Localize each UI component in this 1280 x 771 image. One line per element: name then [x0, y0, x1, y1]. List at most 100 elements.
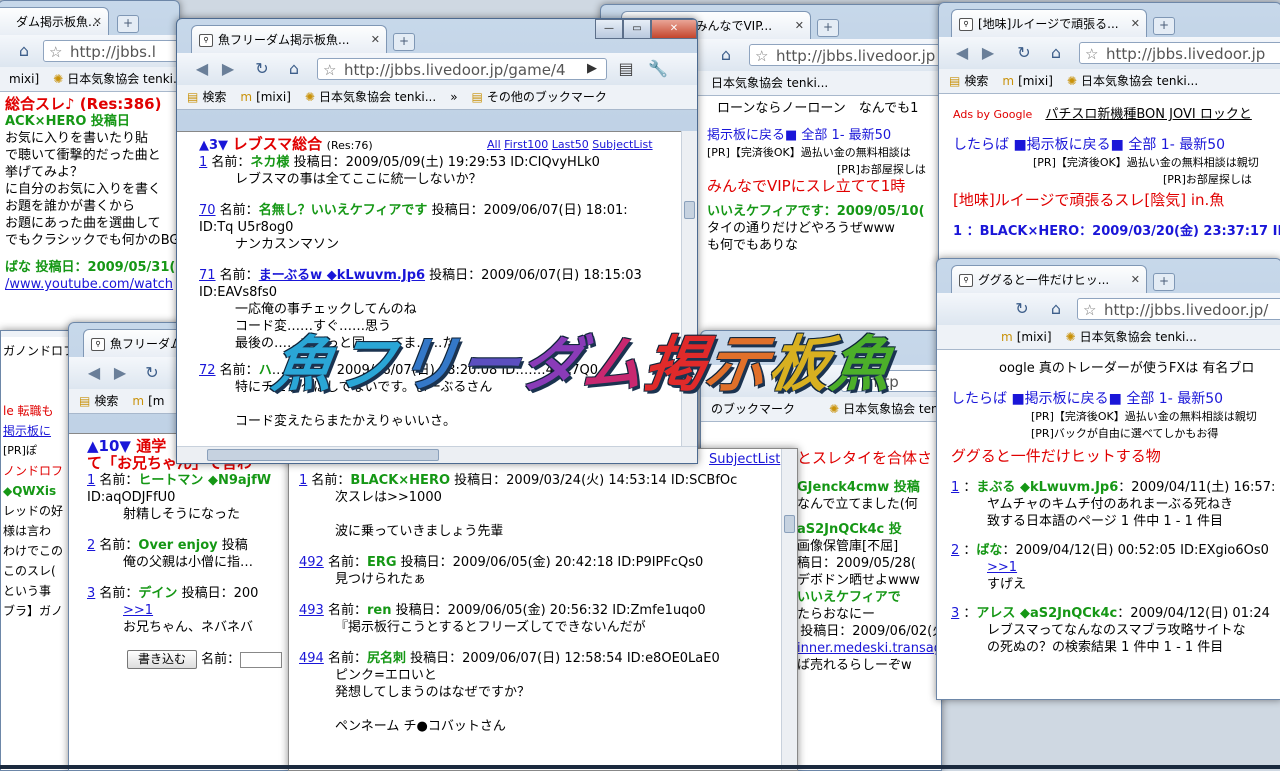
- post-number[interactable]: 494: [299, 651, 324, 666]
- ad-link[interactable]: ローンならノーローン: [717, 101, 846, 116]
- close-icon[interactable]: ✕: [371, 26, 380, 53]
- nav-first100[interactable]: First100: [504, 138, 548, 151]
- bookmark-search[interactable]: ▤ 検索: [187, 85, 226, 109]
- post-number[interactable]: 72: [199, 363, 216, 378]
- reload-icon[interactable]: ↻: [1011, 299, 1033, 319]
- ad-text[interactable]: oogle 真のトレーダーが使うFXは 有名ブロ: [951, 360, 1275, 377]
- new-tab-button[interactable]: +: [117, 15, 139, 33]
- reload-icon[interactable]: ↻: [141, 363, 163, 383]
- post-number[interactable]: 2: [87, 538, 95, 553]
- name-input[interactable]: [240, 651, 283, 668]
- nav-line[interactable]: したらば ■掲示板に戻る■ 全部 1- 最新50: [953, 137, 1275, 154]
- scroll-thumb[interactable]: [684, 201, 695, 219]
- tab-a[interactable]: ダム掲示板魚... ✕: [0, 7, 109, 35]
- pr-line[interactable]: [PR]バックが自由に選べてしかもお得: [951, 425, 1275, 442]
- home-icon[interactable]: ⌂: [1045, 43, 1067, 63]
- bookmark-mixi[interactable]: m [mixi]: [240, 85, 291, 109]
- post-number[interactable]: 71: [199, 268, 216, 283]
- address-bar[interactable]: ☆ http://jbbs.livedoor.jp: [1079, 42, 1280, 64]
- star-icon[interactable]: ☆: [1085, 43, 1098, 63]
- close-icon[interactable]: ✕: [795, 12, 804, 39]
- post-number[interactable]: 492: [299, 555, 324, 570]
- post-number[interactable]: 1: [299, 473, 307, 488]
- thread-number[interactable]: ▲10▼: [87, 437, 131, 455]
- bookmark-tenki[interactable]: 日本気象協会 tenki...: [711, 71, 828, 95]
- post-number[interactable]: 3: [87, 586, 95, 601]
- browser-window-e[interactable]: ⚲ ググると一件だけヒッ... ✕ + ↻ ⌂ ☆ http://jbbs.livedoor…: [936, 258, 1280, 700]
- vertical-scrollbar[interactable]: [781, 449, 797, 770]
- wrench-icon[interactable]: 🔧: [647, 59, 669, 79]
- bookmark-mixi[interactable]: m [mixi]: [1002, 69, 1053, 93]
- minimize-button[interactable]: —: [595, 19, 623, 39]
- nav-line[interactable]: したらば ■掲示板に戻る■ 全部 1- 最新50: [951, 391, 1275, 408]
- home-icon[interactable]: ⌂: [715, 45, 737, 65]
- new-tab-button[interactable]: +: [1153, 273, 1175, 291]
- star-icon[interactable]: ☆: [1083, 299, 1096, 319]
- post-number[interactable]: 2: [951, 543, 959, 558]
- bookmark-tenki[interactable]: ✺日本気象協会 tenki...: [1067, 69, 1198, 93]
- horizontal-scrollbar[interactable]: [177, 446, 697, 463]
- star-icon[interactable]: ☆: [49, 41, 62, 61]
- scroll-thumb[interactable]: [784, 515, 795, 533]
- ad-link[interactable]: なんでも1: [859, 101, 919, 116]
- star-icon[interactable]: ☆: [323, 59, 336, 79]
- home-icon[interactable]: ⌂: [13, 41, 35, 61]
- browser-window-a[interactable]: ダム掲示板魚... ✕ + ⌂ ☆ http://jbbs.l mixi] ✺ 日本気象協会…: [0, 0, 180, 332]
- nav-subjectlist[interactable]: SubjectList: [592, 138, 652, 151]
- forward-icon[interactable]: ▶: [109, 363, 131, 383]
- close-icon[interactable]: ✕: [93, 8, 102, 35]
- bookmark-mixi[interactable]: m [m: [132, 389, 164, 413]
- new-tab-button[interactable]: +: [1153, 17, 1175, 35]
- scroll-thumb[interactable]: [207, 449, 439, 461]
- window-close-button[interactable]: ✕: [651, 19, 697, 39]
- write-button[interactable]: 書き込む: [127, 650, 198, 669]
- new-tab-button[interactable]: +: [817, 19, 839, 37]
- chevron-icon[interactable]: »: [450, 85, 457, 109]
- back-icon[interactable]: ◀: [951, 43, 973, 63]
- link[interactable]: /www.youtube.com/watch: [5, 276, 173, 293]
- forward-icon[interactable]: ▶: [977, 43, 999, 63]
- address-bar[interactable]: ☆ http://jbbs.livedoor.jp/game/4: [317, 58, 607, 80]
- home-icon[interactable]: ⌂: [283, 59, 305, 79]
- nav-all[interactable]: All: [487, 138, 501, 151]
- star-icon[interactable]: ☆: [755, 45, 768, 65]
- tab-b[interactable]: ⚲ 魚フリーダム掲示板魚... ✕: [191, 25, 387, 53]
- post-number[interactable]: 70: [199, 203, 216, 218]
- tab-d[interactable]: ⚲ [地味]ルイージで頑張る... ✕: [951, 9, 1147, 37]
- bookmark-mixi[interactable]: m [mixi]: [1001, 325, 1052, 349]
- link[interactable]: inner.medeski.transagtion.com/: [797, 640, 941, 657]
- new-tab-button[interactable]: +: [393, 33, 415, 51]
- address-bar[interactable]: ☆ http://jbbs.livedoor.jp: [749, 44, 946, 66]
- thread-number[interactable]: ▲3▼: [199, 138, 228, 153]
- bookmark-tenki[interactable]: ✺日本気象協会 tenki...: [1066, 325, 1197, 349]
- reply-link[interactable]: >>1: [87, 602, 293, 619]
- close-icon[interactable]: ✕: [1131, 10, 1140, 37]
- address-bar[interactable]: ☆ http://jbbs.l: [43, 40, 179, 62]
- address-bar[interactable]: ☆ http://jbbs.livedoor.jp/: [1077, 298, 1280, 320]
- ad-text[interactable]: パチスロ新機種BON JOVI ロックと: [1045, 107, 1251, 122]
- back-icon[interactable]: ◀: [191, 59, 213, 79]
- browser-window-d[interactable]: ⚲ [地味]ルイージで頑張る... ✕ + ◀ ▶ ↻ ⌂ ☆ http://jbbs.live…: [938, 2, 1280, 266]
- go-icon[interactable]: ▶: [581, 59, 603, 79]
- browser-window-g[interactable]: SubjectList 1 名前：BLACK×HERO 投稿日：2009/03/…: [288, 448, 798, 771]
- forward-icon[interactable]: ▶: [217, 59, 239, 79]
- post-number[interactable]: 493: [299, 603, 324, 618]
- bookmark-tenki[interactable]: ✺日本気象協会 tenki...: [53, 67, 179, 91]
- post-name[interactable]: まーぶるw ◆kLwuvm.Jp6: [259, 268, 425, 283]
- reload-icon[interactable]: ↻: [1013, 43, 1035, 63]
- maximize-button[interactable]: ▭: [623, 19, 651, 39]
- reply-link[interactable]: >>1: [951, 559, 1275, 576]
- bookmark-search[interactable]: ▤ 検索: [79, 389, 118, 413]
- bookmark-tenki[interactable]: ✺日本気象協会 tenki...: [305, 85, 436, 109]
- pr-line[interactable]: [PR]【完済後OK】過払い金の無料相談は親切: [951, 408, 1275, 425]
- bookmark-mixi[interactable]: mixi]: [9, 67, 39, 91]
- tab-e[interactable]: ⚲ ググると一件だけヒッ... ✕: [951, 265, 1147, 293]
- bookmark-search[interactable]: ▤ 検索: [949, 69, 988, 93]
- page-menu-icon[interactable]: ▤: [615, 59, 637, 79]
- post-number[interactable]: 3: [951, 606, 959, 621]
- back-icon[interactable]: ◀: [83, 363, 105, 383]
- post-number[interactable]: 1: [87, 473, 95, 488]
- close-icon[interactable]: ✕: [1131, 266, 1140, 293]
- subject-list-link[interactable]: SubjectList: [709, 452, 780, 467]
- home-icon[interactable]: ⌂: [1045, 299, 1067, 319]
